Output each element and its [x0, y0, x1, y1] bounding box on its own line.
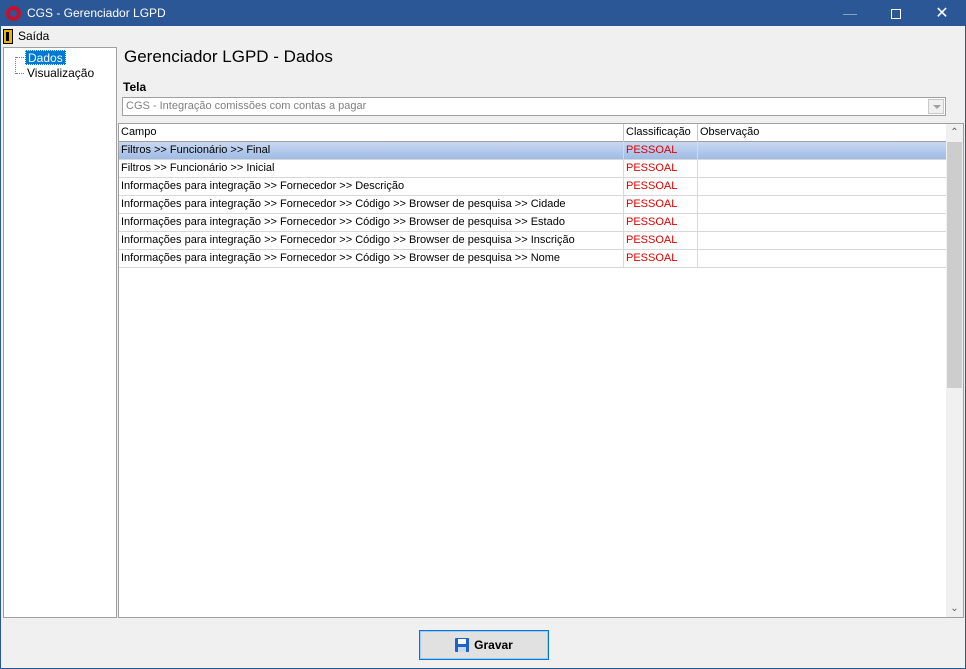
cell-observacao[interactable]	[698, 196, 947, 213]
maximize-button[interactable]	[873, 1, 919, 26]
tela-select-value: CGS - Integração comissões com contas a …	[126, 100, 367, 112]
close-icon: ✕	[935, 5, 949, 22]
cell-classificacao[interactable]: PESSOAL	[624, 250, 698, 267]
exit-door-icon	[3, 28, 13, 44]
table-row[interactable]: Filtros >> Funcionário >> Inicial PESSOA…	[119, 160, 947, 178]
maximize-icon	[891, 9, 901, 20]
cell-classificacao[interactable]: PESSOAL	[624, 160, 698, 177]
title-bar[interactable]: CGS - Gerenciador LGPD — ✕	[1, 1, 965, 26]
scroll-up-icon[interactable]: ⌃	[946, 124, 963, 141]
save-button-label: Gravar	[474, 638, 513, 652]
cell-campo: Filtros >> Funcionário >> Final	[119, 142, 624, 159]
scroll-down-icon[interactable]: ⌄	[946, 600, 963, 617]
save-button[interactable]: Gravar	[419, 630, 549, 660]
scrollbar-thumb[interactable]	[947, 142, 962, 388]
column-header-classificacao[interactable]: Classificação	[624, 124, 698, 142]
cell-observacao[interactable]	[698, 160, 947, 177]
close-button[interactable]: ✕	[919, 1, 965, 26]
main-window: CGS - Gerenciador LGPD — ✕ Saída Dados V…	[0, 0, 966, 669]
table-row[interactable]: Informações para integração >> Fornecedo…	[119, 196, 947, 214]
cell-campo: Informações para integração >> Fornecedo…	[119, 178, 624, 195]
tela-select[interactable]: CGS - Integração comissões com contas a …	[122, 97, 946, 116]
tree-connector-line	[15, 57, 16, 74]
cell-classificacao[interactable]: PESSOAL	[624, 142, 698, 159]
column-header-observacao[interactable]: Observação	[698, 124, 947, 142]
column-header-campo[interactable]: Campo	[119, 124, 624, 142]
grid-header: Campo Classificação Observação	[119, 124, 947, 142]
cell-observacao[interactable]	[698, 178, 947, 195]
cell-observacao[interactable]	[698, 142, 947, 159]
minimize-icon: —	[843, 5, 857, 21]
tree-connector-line	[16, 73, 24, 74]
cell-campo: Informações para integração >> Fornecedo…	[119, 232, 624, 249]
tree-connector-line	[16, 57, 24, 58]
page-title: Gerenciador LGPD - Dados	[124, 47, 333, 66]
menu-item-label: Saída	[18, 29, 50, 43]
table-row[interactable]: Informações para integração >> Fornecedo…	[119, 214, 947, 232]
navigation-tree: Dados Visualização	[3, 47, 117, 618]
cell-campo: Informações para integração >> Fornecedo…	[119, 214, 624, 231]
cell-classificacao[interactable]: PESSOAL	[624, 196, 698, 213]
minimize-button[interactable]: —	[827, 1, 873, 26]
app-logo-icon	[6, 6, 21, 21]
cell-observacao[interactable]	[698, 232, 947, 249]
menu-item-saida[interactable]: Saída	[3, 27, 49, 45]
vertical-scrollbar[interactable]: ⌃ ⌄	[946, 124, 963, 617]
table-row[interactable]: Filtros >> Funcionário >> Final PESSOAL	[119, 142, 947, 160]
table-row[interactable]: Informações para integração >> Fornecedo…	[119, 232, 947, 250]
table-row[interactable]: Informações para integração >> Fornecedo…	[119, 250, 947, 268]
cell-classificacao[interactable]: PESSOAL	[624, 178, 698, 195]
table-row[interactable]: Informações para integração >> Fornecedo…	[119, 178, 947, 196]
tree-item-visualizacao[interactable]: Visualização	[25, 66, 96, 81]
cell-campo: Filtros >> Funcionário >> Inicial	[119, 160, 624, 177]
cell-observacao[interactable]	[698, 214, 947, 231]
tela-label: Tela	[123, 80, 147, 94]
chevron-down-icon[interactable]	[928, 99, 944, 114]
floppy-disk-icon	[455, 638, 470, 652]
cell-classificacao[interactable]: PESSOAL	[624, 214, 698, 231]
menu-bar: Saída	[1, 26, 965, 46]
cell-campo: Informações para integração >> Fornecedo…	[119, 250, 624, 267]
tree-item-dados[interactable]: Dados	[25, 50, 66, 65]
lgpd-data-grid: Campo Classificação Observação Filtros >…	[118, 123, 964, 618]
cell-observacao[interactable]	[698, 250, 947, 267]
cell-classificacao[interactable]: PESSOAL	[624, 232, 698, 249]
window-title: CGS - Gerenciador LGPD	[27, 6, 166, 20]
cell-campo: Informações para integração >> Fornecedo…	[119, 196, 624, 213]
